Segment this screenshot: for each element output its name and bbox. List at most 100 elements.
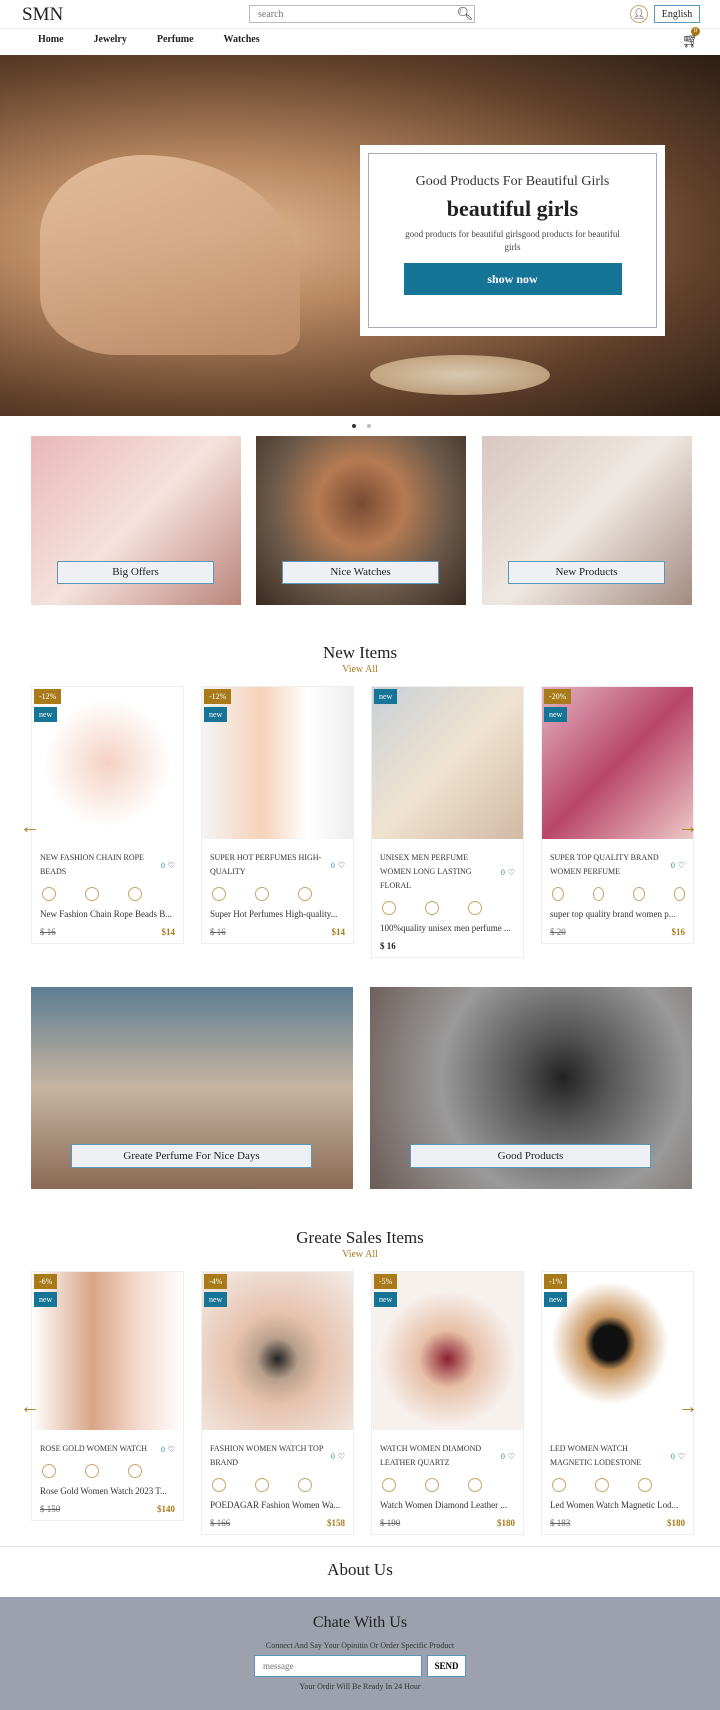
variant-swatch[interactable] bbox=[382, 1478, 396, 1492]
language-button[interactable]: English bbox=[654, 5, 700, 23]
product-card[interactable]: -6% new ROSE GOLD WOMEN WATCH 0 ♡ Rose Go… bbox=[31, 1271, 184, 1521]
nav-home[interactable]: Home bbox=[38, 34, 64, 45]
arrow-left-icon[interactable]: ← bbox=[20, 1396, 40, 1419]
heart-icon[interactable]: ♡ bbox=[508, 868, 515, 877]
product-title[interactable]: NEW FASHION CHAIN ROPE BEADS bbox=[40, 851, 155, 879]
nav-perfume[interactable]: Perfume bbox=[157, 34, 194, 45]
user-icon[interactable]: 👤︎ bbox=[630, 5, 648, 23]
product-image[interactable]: -1% new bbox=[542, 1272, 693, 1430]
slide-dot-active[interactable] bbox=[352, 424, 356, 428]
variant-swatch[interactable] bbox=[673, 887, 685, 901]
product-title[interactable]: ROSE GOLD WOMEN WATCH bbox=[40, 1442, 155, 1456]
search-icon[interactable]: 🔍︎ bbox=[456, 6, 474, 22]
product-image[interactable]: -4% new bbox=[202, 1272, 353, 1430]
category-label[interactable]: Big Offers bbox=[57, 561, 214, 584]
new-items-title: New Items bbox=[322, 643, 398, 662]
divider bbox=[0, 28, 720, 29]
like-count: 0 bbox=[160, 860, 165, 870]
variant-swatch[interactable] bbox=[85, 1464, 99, 1478]
variant-swatch[interactable] bbox=[255, 887, 269, 901]
old-price: $ 16 bbox=[210, 927, 226, 937]
banner-label[interactable]: Good Products bbox=[410, 1144, 651, 1168]
arrow-right-icon[interactable]: → bbox=[678, 1396, 698, 1419]
variant-swatch[interactable] bbox=[85, 887, 99, 901]
message-input[interactable] bbox=[254, 1655, 422, 1677]
chat-title: Chate With Us bbox=[312, 1614, 408, 1631]
variant-swatch[interactable] bbox=[552, 887, 564, 901]
product-card[interactable]: -5% new WATCH WOMEN DIAMOND LEATHER QUAR… bbox=[371, 1271, 524, 1535]
sales-items-view-all[interactable]: View All bbox=[0, 1249, 720, 1260]
product-title[interactable]: SUPER TOP QUALITY BRAND WOMEN PERFUME bbox=[550, 851, 665, 879]
category-label[interactable]: New Products bbox=[508, 561, 665, 584]
product-title[interactable]: WATCH WOMEN DIAMOND LEATHER QUARTZ bbox=[380, 1442, 495, 1470]
heart-icon[interactable]: ♡ bbox=[678, 861, 685, 870]
variant-swatch[interactable] bbox=[128, 1464, 142, 1478]
variant-swatch[interactable] bbox=[42, 887, 56, 901]
arrow-right-icon[interactable]: → bbox=[678, 816, 698, 839]
variant-swatch[interactable] bbox=[212, 887, 226, 901]
variant-swatch[interactable] bbox=[298, 887, 312, 901]
search-input[interactable] bbox=[250, 8, 456, 20]
heart-icon[interactable]: ♡ bbox=[508, 1452, 515, 1461]
variant-swatch[interactable] bbox=[425, 1478, 439, 1492]
arrow-left-icon[interactable]: ← bbox=[20, 816, 40, 839]
like-count: 0 bbox=[160, 1444, 165, 1454]
variant-swatch[interactable] bbox=[468, 901, 482, 915]
slide-dot[interactable] bbox=[367, 424, 371, 428]
show-now-button[interactable]: show now bbox=[403, 263, 622, 295]
variant-swatch[interactable] bbox=[595, 1478, 609, 1492]
cart-icon[interactable]: 🛒︎ 0 bbox=[682, 27, 700, 50]
nav-jewelry[interactable]: Jewelry bbox=[94, 34, 127, 45]
logo[interactable]: SMN bbox=[22, 4, 63, 26]
variant-swatch[interactable] bbox=[638, 1478, 652, 1492]
product-title[interactable]: UNISEX MEN PERFUME WOMEN LONG LASTING FL… bbox=[380, 851, 495, 893]
variant-swatch[interactable] bbox=[255, 1478, 269, 1492]
product-title[interactable]: FASHION WOMEN WATCH TOP BRAND bbox=[210, 1442, 325, 1470]
heart-icon[interactable]: ♡ bbox=[168, 1445, 175, 1454]
product-title[interactable]: SUPER HOT PERFUMES HIGH-QUALITY bbox=[210, 851, 325, 879]
variant-swatch[interactable] bbox=[552, 1478, 566, 1492]
promo-banner[interactable]: Good Products bbox=[370, 987, 692, 1189]
product-image[interactable]: -12% new bbox=[202, 687, 353, 839]
product-image[interactable]: -20% new bbox=[542, 687, 693, 839]
variant-swatch[interactable] bbox=[592, 887, 604, 901]
variant-swatch[interactable] bbox=[42, 1464, 56, 1478]
nav-watches[interactable]: Watches bbox=[224, 34, 260, 45]
category-tile[interactable]: Big Offers bbox=[31, 436, 241, 605]
product-card[interactable]: -12% new NEW FASHION CHAIN ROPE BEADS 0 ♡… bbox=[31, 686, 184, 944]
product-image[interactable]: -12% new bbox=[32, 687, 183, 839]
heart-icon[interactable]: ♡ bbox=[338, 861, 345, 870]
product-card[interactable]: -1% new LED WOMEN WATCH MAGNETIC LODESTO… bbox=[541, 1271, 694, 1535]
variant-swatch[interactable] bbox=[128, 887, 142, 901]
category-label[interactable]: Nice Watches bbox=[282, 561, 439, 584]
product-image[interactable]: -5% new bbox=[372, 1272, 523, 1430]
heart-icon[interactable]: ♡ bbox=[168, 861, 175, 870]
promo-banner[interactable]: Greate Perfume For Nice Days bbox=[31, 987, 353, 1189]
heart-icon[interactable]: ♡ bbox=[678, 1452, 685, 1461]
category-tile[interactable]: New Products bbox=[482, 436, 692, 605]
category-tile[interactable]: Nice Watches bbox=[256, 436, 466, 605]
product-card[interactable]: -4% new FASHION WOMEN WATCH TOP BRAND 0 ♡… bbox=[201, 1271, 354, 1535]
variant-swatch[interactable] bbox=[425, 901, 439, 915]
variant-swatch[interactable] bbox=[468, 1478, 482, 1492]
variant-swatch[interactable] bbox=[382, 901, 396, 915]
sales-items-title: Greate Sales Items bbox=[296, 1228, 424, 1247]
product-image[interactable]: -6% new bbox=[32, 1272, 183, 1430]
product-card[interactable]: -20% new SUPER TOP QUALITY BRAND WOMEN P… bbox=[541, 686, 694, 944]
product-card[interactable]: new UNISEX MEN PERFUME WOMEN LONG LASTIN… bbox=[371, 686, 524, 958]
new-items-view-all[interactable]: View All bbox=[0, 664, 720, 675]
old-price: $ 183 bbox=[550, 1518, 571, 1528]
discount-badge: -20% bbox=[544, 689, 572, 704]
product-card[interactable]: -12% new SUPER HOT PERFUMES HIGH-QUALITY… bbox=[201, 686, 354, 944]
variant-swatch[interactable] bbox=[212, 1478, 226, 1492]
variant-swatch[interactable] bbox=[633, 887, 645, 901]
hero-title: beautiful girls bbox=[446, 196, 579, 221]
send-button[interactable]: SEND bbox=[427, 1655, 466, 1677]
heart-icon[interactable]: ♡ bbox=[338, 1452, 345, 1461]
like-count: 0 bbox=[500, 1451, 505, 1461]
product-title[interactable]: LED WOMEN WATCH MAGNETIC LODESTONE bbox=[550, 1442, 665, 1470]
hero-image-shoe bbox=[40, 155, 300, 355]
variant-swatch[interactable] bbox=[298, 1478, 312, 1492]
banner-label[interactable]: Greate Perfume For Nice Days bbox=[71, 1144, 312, 1168]
product-image[interactable]: new bbox=[372, 687, 523, 839]
